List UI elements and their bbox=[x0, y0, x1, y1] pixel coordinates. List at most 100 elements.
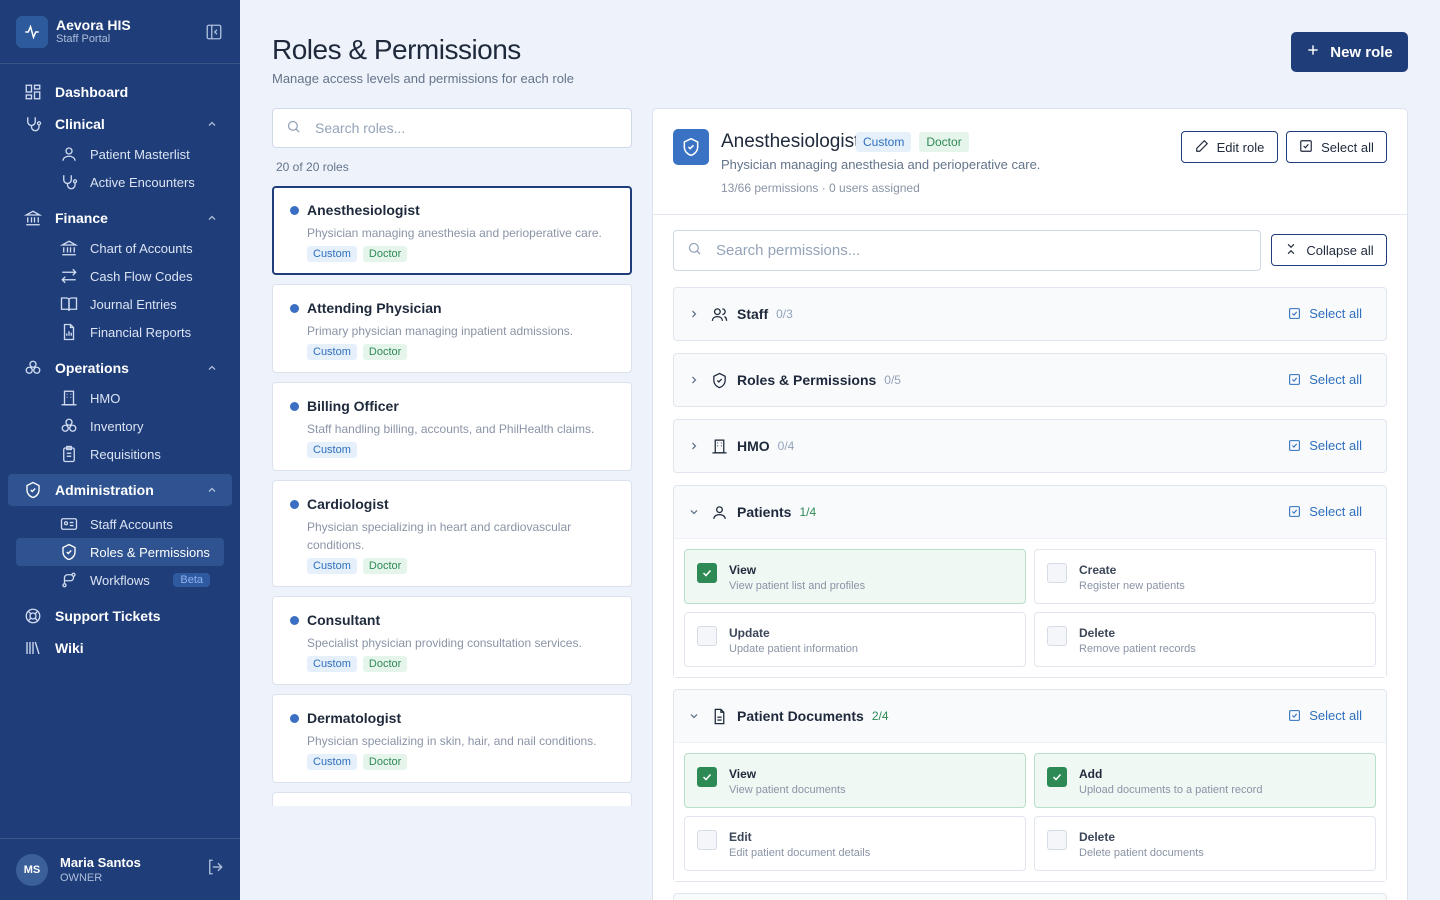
module-select-all[interactable]: Select all bbox=[1288, 306, 1362, 321]
sidebar-item-label: Support Tickets bbox=[55, 608, 161, 624]
sidebar-item-inventory[interactable]: Inventory bbox=[0, 412, 240, 440]
module-header[interactable]: HMO 0/4 Select all bbox=[674, 420, 1386, 472]
sidebar-group-label: Operations bbox=[55, 360, 129, 376]
sidebar: Aevora HIS Staff Portal Dashboard Clinic… bbox=[0, 0, 240, 900]
sidebar-item-support-tickets[interactable]: Support Tickets bbox=[0, 600, 240, 632]
app-title: Aevora HIS bbox=[56, 17, 131, 33]
sidebar-group-clinical[interactable]: Clinical bbox=[0, 108, 240, 140]
edit-role-button[interactable]: Edit role bbox=[1181, 131, 1278, 163]
search-icon bbox=[687, 241, 702, 260]
tag-doctor: Doctor bbox=[919, 132, 969, 152]
permission-search-placeholder: Search permissions... bbox=[716, 242, 861, 259]
role-detail-name: Anesthesiologist bbox=[721, 131, 860, 152]
permission-item[interactable]: View View patient documents bbox=[684, 753, 1026, 808]
permission-item[interactable]: Edit Edit patient document details bbox=[684, 816, 1026, 871]
select-all-button[interactable]: Select all bbox=[1286, 131, 1387, 163]
checkbox-icon bbox=[1299, 139, 1313, 156]
role-card[interactable]: Cardiologist Physician specializing in h… bbox=[272, 480, 632, 587]
tag-custom: Custom bbox=[307, 344, 357, 360]
sidebar-item-workflows[interactable]: Workflows Beta bbox=[0, 566, 240, 594]
checkbox-checked[interactable] bbox=[697, 767, 717, 787]
sidebar-item-label: Inventory bbox=[90, 418, 144, 434]
permission-item[interactable]: Create Register new patients bbox=[1034, 549, 1376, 604]
module-header[interactable]: Roles & Permissions 0/5 Select all bbox=[674, 354, 1386, 406]
permission-item[interactable]: Update Update patient information bbox=[684, 612, 1026, 667]
checkbox-checked[interactable] bbox=[697, 563, 717, 583]
sidebar-item-label: Patient Masterlist bbox=[90, 146, 190, 162]
permission-title: Add bbox=[1079, 767, 1103, 781]
permission-item[interactable]: Delete Remove patient records bbox=[1034, 612, 1376, 667]
collapse-all-button[interactable]: Collapse all bbox=[1271, 234, 1387, 266]
module-header[interactable]: Patients 1/4 Select all bbox=[674, 486, 1386, 538]
logout-icon[interactable] bbox=[206, 858, 224, 881]
permission-desc: Upload documents to a patient record bbox=[1079, 784, 1263, 796]
bank-icon bbox=[58, 237, 80, 259]
role-card[interactable] bbox=[272, 792, 632, 806]
module-select-all[interactable]: Select all bbox=[1288, 504, 1362, 519]
permission-item[interactable]: Add Upload documents to a patient record bbox=[1034, 753, 1376, 808]
sidebar-item-roles-permissions[interactable]: Roles & Permissions bbox=[16, 538, 224, 566]
lifebuoy-icon bbox=[22, 605, 44, 627]
sidebar-item-label: Roles & Permissions bbox=[90, 544, 210, 560]
sidebar-nav: Dashboard Clinical Patient Masterlist Ac… bbox=[0, 64, 240, 664]
search-icon bbox=[286, 119, 301, 137]
checkbox[interactable] bbox=[1047, 626, 1067, 646]
permission-desc: Edit patient document details bbox=[729, 847, 871, 859]
sidebar-group-label: Administration bbox=[55, 482, 154, 498]
role-card[interactable]: Dermatologist Physician specializing in … bbox=[272, 694, 632, 783]
permission-title: Delete bbox=[1079, 830, 1116, 844]
sidebar-item-journal-entries[interactable]: Journal Entries bbox=[0, 290, 240, 318]
checkbox[interactable] bbox=[1047, 563, 1067, 583]
role-card[interactable]: Consultant Specialist physician providin… bbox=[272, 596, 632, 685]
sidebar-item-hmo[interactable]: HMO bbox=[0, 384, 240, 412]
activity-icon bbox=[16, 15, 48, 48]
sidebar-item-cash-flow-codes[interactable]: Cash Flow Codes bbox=[0, 262, 240, 290]
sidebar-collapse-icon[interactable] bbox=[204, 22, 224, 42]
report-icon bbox=[58, 321, 80, 343]
sidebar-group-finance[interactable]: Finance bbox=[0, 202, 240, 234]
page-subtitle: Manage access levels and permissions for… bbox=[272, 71, 575, 86]
checkbox[interactable] bbox=[697, 626, 717, 646]
sidebar-item-patient-masterlist[interactable]: Patient Masterlist bbox=[0, 140, 240, 168]
role-name: Attending Physician bbox=[307, 300, 442, 316]
tag-doctor: Doctor bbox=[362, 656, 408, 672]
tag-doctor: Doctor bbox=[362, 344, 408, 360]
sidebar-group-administration[interactable]: Administration bbox=[8, 474, 232, 506]
sidebar-item-dashboard[interactable]: Dashboard bbox=[0, 76, 240, 108]
sidebar-item-active-encounters[interactable]: Active Encounters bbox=[0, 168, 240, 196]
role-card[interactable]: Billing Officer Staff handling billing, … bbox=[272, 382, 632, 471]
user-name: Maria Santos bbox=[60, 855, 141, 870]
module-name: Staff bbox=[737, 306, 769, 322]
role-card[interactable]: Attending Physician Primary physician ma… bbox=[272, 284, 632, 373]
stethoscope-icon bbox=[22, 113, 44, 135]
role-search-input[interactable]: Search roles... bbox=[272, 108, 632, 148]
beta-badge: Beta bbox=[173, 573, 210, 587]
module-select-all[interactable]: Select all bbox=[1288, 438, 1362, 453]
role-card[interactable]: Anesthesiologist Physician managing anes… bbox=[272, 186, 632, 275]
module-select-all[interactable]: Select all bbox=[1288, 708, 1362, 723]
module-header[interactable]: Patient Documents 2/4 Select all bbox=[674, 690, 1386, 742]
checkbox-checked[interactable] bbox=[1047, 767, 1067, 787]
module-select-all[interactable]: Select all bbox=[1288, 372, 1362, 387]
building-icon bbox=[709, 436, 729, 456]
stethoscope-icon bbox=[58, 171, 80, 193]
permission-title: Update bbox=[729, 626, 770, 640]
permission-item[interactable]: Delete Delete patient documents bbox=[1034, 816, 1376, 871]
checkbox[interactable] bbox=[697, 830, 717, 850]
permission-desc: Remove patient records bbox=[1079, 643, 1196, 655]
user-icon bbox=[58, 143, 80, 165]
sidebar-item-chart-of-accounts[interactable]: Chart of Accounts bbox=[0, 234, 240, 262]
checkbox[interactable] bbox=[1047, 830, 1067, 850]
module-header[interactable]: Staff 0/3 Select all bbox=[674, 288, 1386, 340]
new-role-button[interactable]: New role bbox=[1291, 32, 1408, 72]
sidebar-item-financial-reports[interactable]: Financial Reports bbox=[0, 318, 240, 346]
user-profile: MS Maria Santos OWNER bbox=[0, 838, 240, 900]
sidebar-item-requisitions[interactable]: Requisitions bbox=[0, 440, 240, 468]
sidebar-item-staff-accounts[interactable]: Staff Accounts bbox=[0, 510, 240, 538]
sidebar-item-wiki[interactable]: Wiki bbox=[0, 632, 240, 664]
sidebar-group-operations[interactable]: Operations bbox=[0, 352, 240, 384]
new-role-label: New role bbox=[1330, 43, 1393, 61]
module-name: Patient Documents bbox=[737, 708, 864, 724]
permission-item[interactable]: View View patient list and profiles bbox=[684, 549, 1026, 604]
permission-search-input[interactable]: Search permissions... bbox=[673, 230, 1261, 271]
